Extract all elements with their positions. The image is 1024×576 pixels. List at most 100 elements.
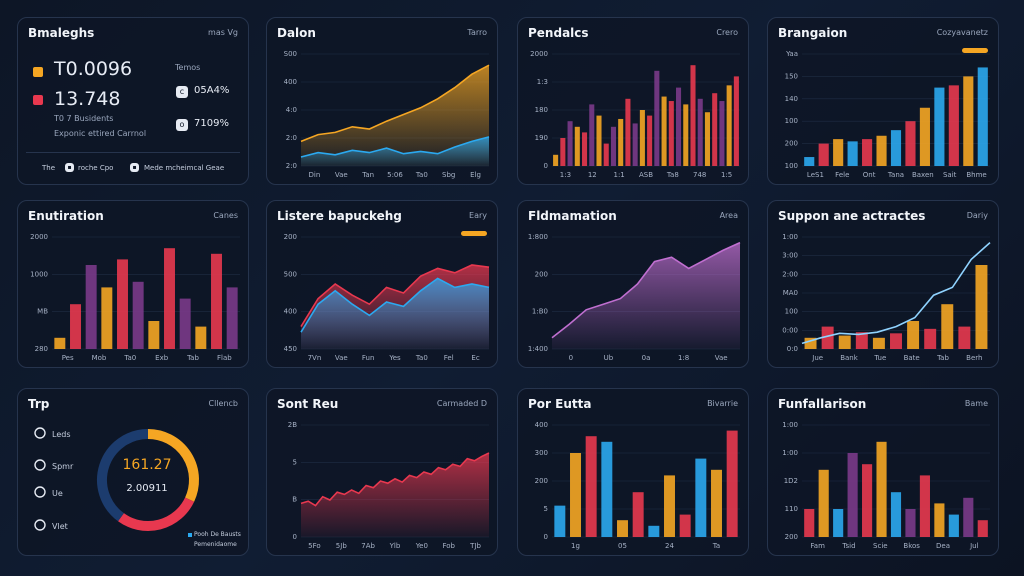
y-tick-label: S00 — [284, 50, 297, 58]
bar — [862, 464, 873, 537]
legend-item: Vlet — [52, 522, 68, 531]
y-tick-label: 200 — [535, 477, 548, 485]
bar — [690, 65, 696, 166]
bar — [833, 509, 844, 537]
bar — [733, 76, 739, 166]
chart-panel-c8: Suppon ane actractes Dariy 1:00 3:00 2:00 M… — [767, 200, 999, 368]
bar — [632, 123, 638, 166]
chart-panel-c2: Dalon Tarro S00 400 4:0 2:0 2:0 Din Vae Tan 5:06… — [266, 17, 498, 185]
x-tick-label: 5:06 — [387, 171, 403, 179]
x-tick-label: 12 — [588, 171, 597, 179]
bar — [679, 514, 691, 537]
donut-center-sub: 2.00911 — [126, 483, 168, 494]
bar — [876, 441, 887, 537]
calendar-icon — [34, 459, 46, 471]
x-tick-label: Vae — [715, 354, 728, 362]
bar — [570, 453, 581, 537]
y-tick-label: 450 — [284, 345, 297, 353]
y-tick-label: 180 — [535, 106, 548, 114]
donut-foot1: Pooh De Bausts — [194, 531, 241, 538]
stats-line2: Exponic ettired Carrnol — [54, 129, 147, 138]
y-tick-label: 150 — [785, 72, 798, 80]
bar — [179, 298, 191, 349]
bar — [601, 441, 613, 537]
x-tick-label: Elg — [470, 171, 481, 179]
area-chart: 2B 5 B 0 5Fo 5Jb 7Ab Ylb Ye0 Fob TJb — [288, 421, 490, 550]
bar — [872, 337, 885, 349]
bar — [567, 121, 573, 166]
bar-chart: 1:00 3:00 2:00 MA0 100 0:00 0:0 Jue Bank Tue Bate T… — [782, 233, 991, 362]
x-tick-label: Dea — [936, 542, 950, 550]
bar — [963, 76, 974, 166]
bar — [85, 265, 97, 349]
y-tick-label: 1:B0 — [532, 308, 548, 316]
y-tick-label: 2000 — [30, 233, 48, 241]
bar — [560, 138, 566, 166]
x-tick-label: Ta — [712, 542, 720, 550]
chart-panel-c7: Fldmamation Area 1:800 200 1:B0 1:400 0 Ub 0a 1… — [517, 200, 749, 368]
x-tick-label: 0 — [569, 354, 573, 362]
footer-c: Mede mcheimcal Geae — [144, 164, 225, 172]
y-tick-label: 400 — [535, 421, 548, 429]
bar — [804, 157, 815, 166]
x-tick-label: Ont — [863, 171, 876, 179]
gear-icon — [34, 519, 46, 531]
footer-icon-2: ▪ — [130, 163, 139, 172]
x-tick-label: LeS1 — [807, 171, 824, 179]
y-tick-label: 0:00 — [782, 326, 798, 334]
clock-icon — [34, 427, 46, 439]
x-tick-label: Bank — [840, 354, 859, 362]
y-tick-label: 100 — [785, 117, 798, 125]
donut-center-value: 161.27 — [122, 457, 172, 473]
donut-slice — [118, 497, 195, 531]
right-label: Temos — [175, 63, 201, 72]
y-tick-label: 1:00 — [782, 233, 798, 241]
bar — [554, 505, 566, 537]
bar — [818, 469, 829, 537]
chart-panel-c9: Trp Cllencb 161.27 2.00911 Leds Spmr Ue … — [17, 388, 249, 556]
bar — [148, 321, 160, 349]
x-tick-label: ASB — [639, 171, 653, 179]
y-tick-label: 1D2 — [784, 477, 798, 485]
y-tick-label: 0 — [544, 162, 548, 170]
bar — [195, 326, 207, 349]
bar — [977, 520, 988, 537]
kpi2-icon: o — [176, 119, 188, 131]
y-tick-label: 2:0 — [286, 162, 297, 170]
bar — [876, 135, 887, 166]
x-tick-label: Sbg — [442, 171, 455, 179]
x-tick-label: Ta0 — [415, 171, 428, 179]
x-tick-label: Flab — [217, 354, 232, 362]
bar — [958, 326, 971, 349]
chart-panel-c11: Por Eutta Bivarrie 400 300 200 5 0 1g 05 24 Ta — [517, 388, 749, 556]
x-tick-label: Ec — [471, 354, 479, 362]
bar — [948, 85, 959, 166]
x-tick-label: 0a — [642, 354, 651, 362]
y-tick-label: 200 — [785, 533, 798, 541]
bar — [838, 335, 851, 349]
chart-panel-c12: Funfallarison Bame 1:00 1:00 1D2 110 200 Fam T… — [767, 388, 999, 556]
x-tick-label: Mob — [92, 354, 107, 362]
legend-item: Leds — [52, 430, 71, 439]
bar — [617, 520, 628, 537]
bar — [610, 126, 616, 166]
y-tick-label: 5 — [293, 458, 297, 466]
bar — [676, 87, 682, 166]
bar — [648, 525, 660, 537]
x-tick-label: Fun — [362, 354, 375, 362]
y-tick-label: 200 — [284, 233, 297, 241]
kpi1-value: 05A4% — [194, 85, 230, 96]
x-tick-label: Fob — [442, 542, 455, 550]
bar — [683, 104, 689, 166]
bar — [890, 333, 902, 349]
y-tick-label: B — [292, 496, 297, 504]
x-tick-label: 1:5 — [721, 171, 732, 179]
bar — [818, 143, 829, 166]
x-tick-label: Baxen — [912, 171, 934, 179]
x-tick-label: Ye0 — [415, 542, 428, 550]
bar — [211, 253, 222, 349]
x-tick-label: Ub — [604, 354, 614, 362]
bar — [919, 107, 930, 166]
legend-swatch — [188, 533, 192, 537]
chart-panel-c6: Listere bapuckehg Eary 200 500 400 450 7Vn Va… — [266, 200, 498, 368]
